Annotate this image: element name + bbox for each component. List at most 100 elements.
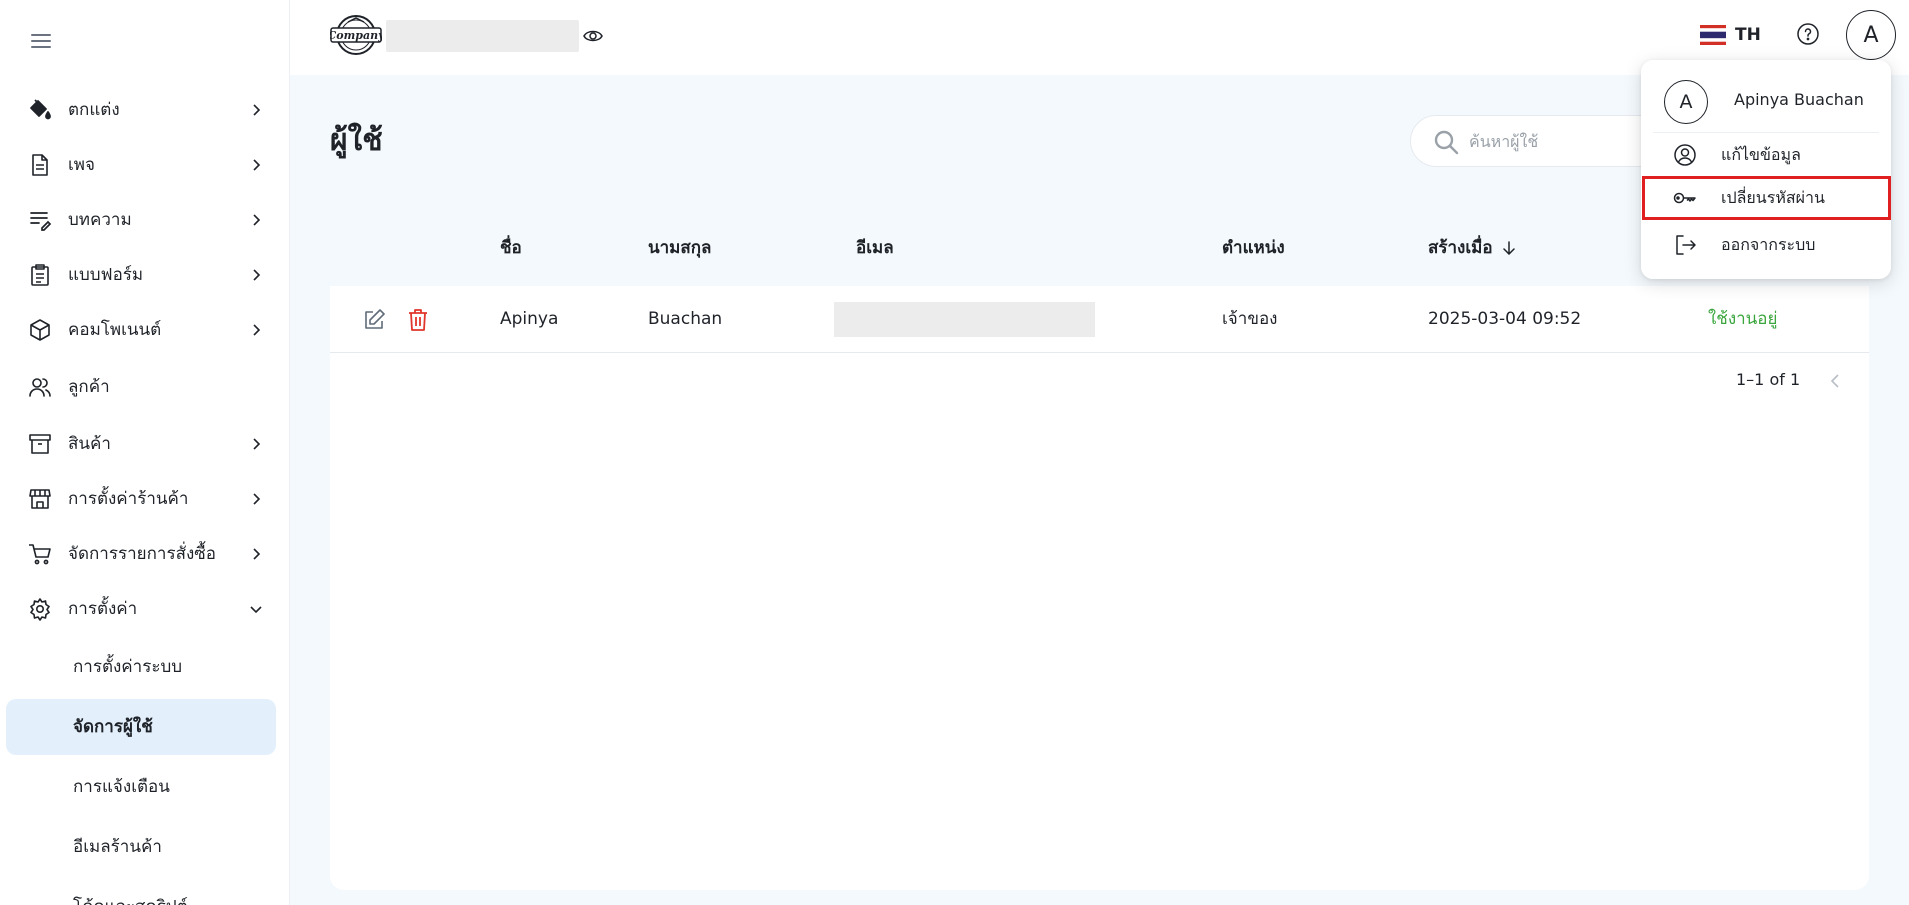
chevron-right-icon <box>253 438 261 450</box>
chevron-right-icon <box>1864 372 1869 390</box>
sidebar-item-components[interactable]: คอมโพเนนต์ <box>6 304 276 356</box>
sidebar-subitem-system-settings[interactable]: การตั้งค่าระบบ <box>6 639 276 695</box>
sidebar-item-label: ลูกค้า <box>68 377 110 397</box>
eye-icon <box>583 30 603 42</box>
sidebar-item-orders[interactable]: จัดการรายการสั่งซื้อ <box>6 528 276 580</box>
page-icon <box>28 153 52 177</box>
column-header-email[interactable]: อีเมล <box>856 210 894 286</box>
sidebar-item-decorate[interactable]: ตกแต่ง <box>6 84 276 136</box>
cell-last-name: Buachan <box>648 309 723 329</box>
user-avatar-button[interactable]: A <box>1846 10 1896 60</box>
column-header-last-name[interactable]: นามสกุล <box>648 210 711 286</box>
column-header-created-label: สร้างเมื่อ <box>1428 238 1493 258</box>
sidebar-item-label: การตั้งค่า <box>68 599 138 619</box>
thai-flag-icon <box>1700 25 1726 45</box>
sidebar-subitem-label: จัดการผู้ใช้ <box>73 717 153 737</box>
chevron-right-icon <box>253 159 261 171</box>
sidebar-subitem-label: การแจ้งเตือน <box>73 777 170 797</box>
sidebar-subitem-user-management[interactable]: จัดการผู้ใช้ <box>6 699 276 755</box>
sidebar-item-label: จัดการรายการสั่งซื้อ <box>68 544 217 564</box>
menu-item-label: แก้ไขข้อมูล <box>1721 145 1801 164</box>
key-icon <box>1673 192 1696 204</box>
language-selector[interactable]: TH <box>1700 20 1761 50</box>
sidebar-item-label: คอมโพเนนต์ <box>68 320 162 340</box>
sidebar-subitem-label: อีเมลร้านค้า <box>73 837 162 857</box>
page-title: ผู้ใช้ <box>330 123 383 158</box>
menu-toggle-button[interactable] <box>26 26 56 56</box>
article-icon <box>28 208 52 232</box>
edit-icon <box>365 309 385 329</box>
paint-bucket-icon <box>28 98 52 122</box>
chevron-right-icon <box>253 493 261 505</box>
sidebar-item-products[interactable]: สินค้า <box>6 418 276 470</box>
chevron-down-icon <box>250 606 262 614</box>
column-header-position[interactable]: ตำแหน่ง <box>1222 210 1285 286</box>
customers-icon <box>28 375 52 399</box>
sidebar-subitem-store-email[interactable]: อีเมลร้านค้า <box>6 819 276 875</box>
user-name: Apinya Buachan <box>1734 90 1864 109</box>
sidebar-subitem-notifications[interactable]: การแจ้งเตือน <box>6 759 276 815</box>
table-row: Apinya Buachan เจ้าของ 2025-03-04 09:52 … <box>330 286 1869 353</box>
sidebar-item-store-settings[interactable]: การตั้งค่าร้านค้า <box>6 473 276 525</box>
chevron-right-icon <box>253 269 261 281</box>
menu-item-edit-profile[interactable]: แก้ไขข้อมูล <box>1641 133 1891 177</box>
user-menu-dropdown: A Apinya Buachan แก้ไขข้อมูล เปลี่ยนรหัส… <box>1641 60 1891 279</box>
cell-email-redacted <box>834 302 1095 337</box>
users-table: ชื่อ นามสกุล อีเมล ตำแหน่ง สร้างเมื่อ Ap… <box>330 210 1869 890</box>
previous-page-button[interactable] <box>1827 372 1845 390</box>
gear-icon <box>28 597 52 621</box>
next-page-button[interactable] <box>1864 372 1869 390</box>
toggle-visibility-button[interactable] <box>583 26 603 46</box>
search-icon <box>1434 130 1459 155</box>
chevron-right-icon <box>253 104 261 116</box>
sidebar-item-label: สินค้า <box>68 434 111 454</box>
trash-icon <box>409 309 427 331</box>
arrow-down-icon <box>1502 241 1515 256</box>
cell-created: 2025-03-04 09:52 <box>1428 309 1582 329</box>
sidebar-item-label: ตกแต่ง <box>68 100 120 120</box>
menu-item-label: ออกจากระบบ <box>1721 235 1816 254</box>
sidebar-item-forms[interactable]: แบบฟอร์ม <box>6 249 276 301</box>
menu-item-logout[interactable]: ออกจากระบบ <box>1641 223 1891 267</box>
sidebar-item-label: เพจ <box>68 155 95 175</box>
question-circle-icon <box>1797 23 1819 45</box>
pagination-info: 1–1 of 1 <box>1736 370 1801 389</box>
status-badge: ใช้งานอยู่ <box>1708 309 1778 329</box>
delete-user-button[interactable] <box>406 307 430 332</box>
sidebar-item-label: แบบฟอร์ม <box>68 265 144 285</box>
sidebar-subitem-label: โค้ดและสคริปต์ <box>73 879 188 905</box>
user-circle-icon <box>1674 144 1696 166</box>
chevron-right-icon <box>253 548 261 560</box>
column-header-first-name[interactable]: ชื่อ <box>500 210 522 286</box>
cell-position: เจ้าของ <box>1222 309 1278 329</box>
help-button[interactable] <box>1796 22 1820 46</box>
cube-icon <box>28 318 52 342</box>
logo-text: Company <box>330 29 382 42</box>
menu-item-label: เปลี่ยนรหัสผ่าน <box>1721 188 1825 207</box>
language-code: TH <box>1735 25 1761 45</box>
chevron-right-icon <box>253 324 261 336</box>
sidebar-item-label: บทความ <box>68 210 132 230</box>
clipboard-icon <box>28 263 52 287</box>
store-icon <box>28 487 52 511</box>
column-header-created[interactable]: สร้างเมื่อ <box>1428 210 1517 286</box>
sidebar-item-customers[interactable]: ลูกค้า <box>6 361 276 413</box>
company-logo[interactable]: Company <box>330 14 382 56</box>
archive-icon <box>28 432 52 456</box>
chevron-left-icon <box>1830 374 1839 388</box>
shop-name-redacted <box>386 20 579 52</box>
sidebar-item-label: การตั้งค่าร้านค้า <box>68 489 189 509</box>
user-menu-header: A Apinya Buachan <box>1641 60 1891 132</box>
sidebar-item-settings[interactable]: การตั้งค่า <box>6 583 276 635</box>
sidebar-subitem-code-scripts[interactable]: โค้ดและสคริปต์ <box>6 879 276 905</box>
edit-user-button[interactable] <box>362 308 386 332</box>
sidebar-subitem-label: การตั้งค่าระบบ <box>73 657 183 677</box>
sidebar-item-articles[interactable]: บทความ <box>6 194 276 246</box>
cell-first-name: Apinya <box>500 309 559 329</box>
hamburger-icon <box>31 34 51 48</box>
sidebar: ตกแต่ง เพจ บทความ แบบฟอร์ม คอมโพเนนต์ ลู… <box>0 0 290 905</box>
logout-icon <box>1676 235 1696 255</box>
sidebar-item-pages[interactable]: เพจ <box>6 139 276 191</box>
menu-item-change-password[interactable]: เปลี่ยนรหัสผ่าน <box>1642 176 1891 220</box>
avatar: A <box>1664 80 1708 124</box>
